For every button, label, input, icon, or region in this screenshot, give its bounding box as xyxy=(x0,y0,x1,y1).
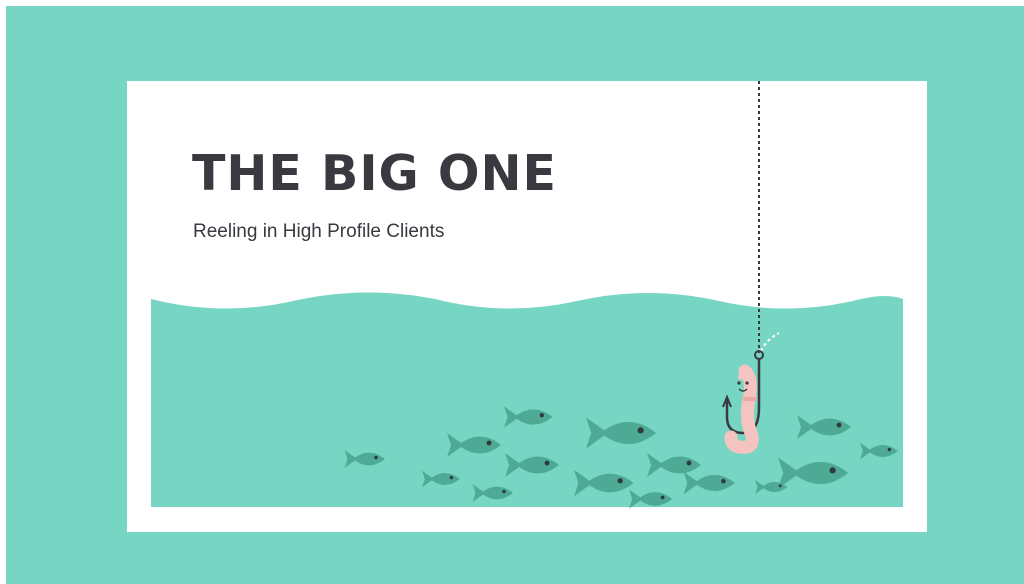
slide-subtitle: Reeling in High Profile Clients xyxy=(193,221,445,242)
slide-frame: THE BIG ONE Reeling in High Profile Clie… xyxy=(6,6,1024,584)
slide-stage: THE BIG ONE Reeling in High Profile Clie… xyxy=(0,0,1024,584)
slide-card: THE BIG ONE Reeling in High Profile Clie… xyxy=(127,81,927,532)
slide-title: THE BIG ONE xyxy=(192,145,557,202)
